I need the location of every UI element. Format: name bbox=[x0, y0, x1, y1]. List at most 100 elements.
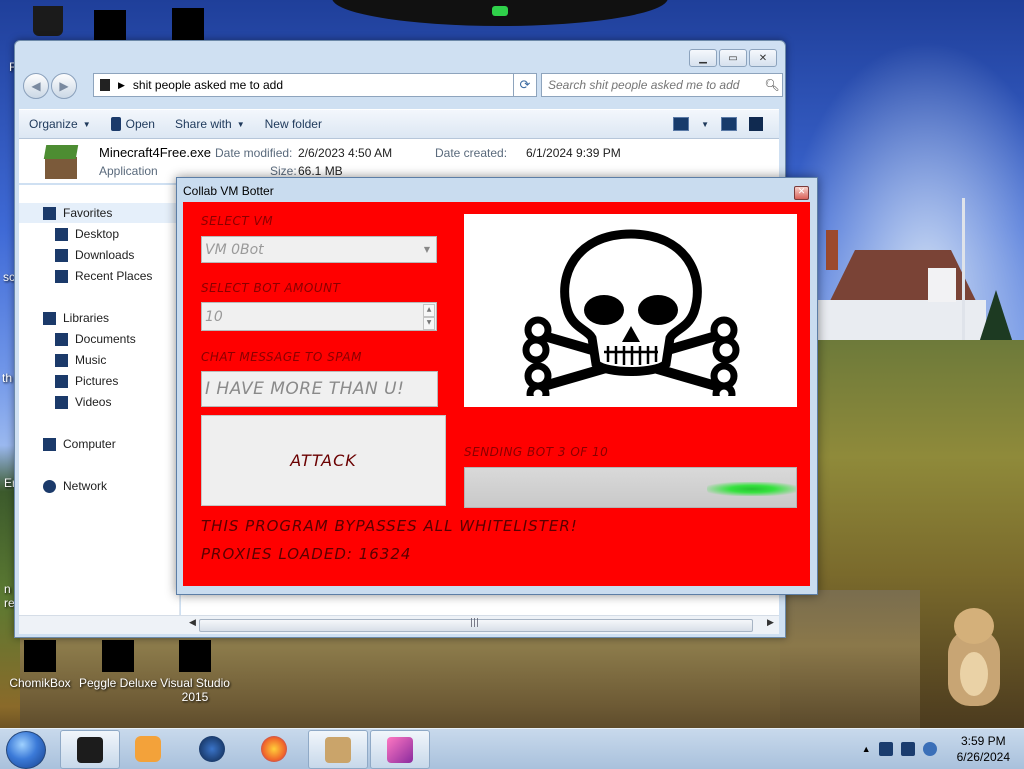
nav-label: Pictures bbox=[75, 374, 119, 388]
attack-label: ATTACK bbox=[290, 451, 357, 470]
globe-icon bbox=[199, 736, 225, 762]
nav-downloads[interactable]: Downloads bbox=[55, 245, 134, 265]
visual-studio-icon bbox=[179, 640, 211, 672]
network-tray-icon[interactable] bbox=[900, 742, 915, 756]
nav-favorites[interactable]: Favorites bbox=[19, 203, 179, 223]
maximize-button[interactable]: ▭ bbox=[719, 49, 747, 67]
bot-amount-value: 10 bbox=[205, 308, 223, 325]
media-player-icon bbox=[135, 736, 161, 762]
attack-button[interactable]: ATTACK bbox=[201, 415, 446, 506]
nav-documents[interactable]: Documents bbox=[55, 329, 136, 349]
breadcrumb-chevron-icon[interactable]: ▶ bbox=[118, 80, 125, 91]
taskbar-chomikbox[interactable] bbox=[308, 730, 368, 769]
nav-label: Videos bbox=[75, 395, 112, 409]
taskbar-explorer[interactable] bbox=[60, 730, 120, 769]
refresh-button[interactable]: ⟳ bbox=[513, 73, 537, 97]
nav-videos[interactable]: Videos bbox=[55, 392, 111, 412]
flag-pole bbox=[962, 198, 965, 348]
nav-music[interactable]: Music bbox=[55, 350, 106, 370]
search-icon[interactable]: 🔍︎ bbox=[762, 78, 782, 92]
minimize-button[interactable]: ▁ bbox=[689, 49, 717, 67]
taskbar-globe[interactable] bbox=[184, 731, 240, 767]
search-box[interactable]: 🔍︎ bbox=[541, 73, 783, 97]
trash-icon bbox=[33, 6, 63, 36]
chomikbox-icon bbox=[325, 736, 351, 763]
desktop-icon-peggle[interactable]: Peggle Deluxe bbox=[78, 640, 158, 690]
spin-up-icon[interactable]: ▲ bbox=[423, 304, 435, 317]
refresh-icon: ⟳ bbox=[519, 77, 531, 93]
recent-places-icon bbox=[55, 269, 68, 283]
close-button[interactable]: ✕ bbox=[794, 186, 809, 200]
network-icon bbox=[43, 479, 56, 493]
top-gadget[interactable] bbox=[332, 0, 668, 26]
folder-icon bbox=[94, 10, 126, 42]
open-button[interactable]: Open bbox=[101, 110, 165, 138]
vm-select[interactable]: VM 0Bot ▼ bbox=[201, 236, 437, 263]
desktop-icon-chomikbox[interactable]: ChomikBox bbox=[0, 640, 80, 690]
downloads-icon bbox=[55, 248, 68, 262]
nav-label: Documents bbox=[75, 332, 136, 346]
minimize-icon: ▁ bbox=[699, 52, 707, 64]
date-created-value: 6/1/2024 9:39 PM bbox=[526, 146, 621, 160]
forward-button[interactable]: ▶ bbox=[51, 73, 77, 99]
breadcrumb-current[interactable]: shit people asked me to add bbox=[133, 78, 512, 92]
new-folder-button[interactable]: New folder bbox=[255, 110, 332, 138]
organize-button[interactable]: Organize ▼ bbox=[19, 110, 101, 138]
nav-desktop[interactable]: Desktop bbox=[55, 224, 119, 244]
taskbar-botter[interactable] bbox=[370, 730, 430, 769]
clock[interactable]: 3:59 PM 6/26/2024 bbox=[957, 733, 1010, 765]
progress-label: SENDING BOT 3 OF 10 bbox=[464, 445, 609, 459]
back-button[interactable]: ◀ bbox=[23, 73, 49, 99]
edge-label: th bbox=[2, 371, 13, 385]
nav-label: Recent Places bbox=[75, 269, 153, 283]
taskbar-firefox[interactable] bbox=[246, 731, 302, 767]
nav-pictures[interactable]: Pictures bbox=[55, 371, 118, 391]
close-button[interactable]: ✕ bbox=[749, 49, 777, 67]
share-with-button[interactable]: Share with ▼ bbox=[165, 110, 255, 138]
date-modified-label: Date modified: bbox=[215, 146, 293, 160]
horizontal-scrollbar[interactable]: ◀ ||| ▶ bbox=[19, 615, 779, 634]
botter-app-icon bbox=[387, 736, 413, 763]
desktop-icon-visual-studio[interactable]: Visual Studio 2015 bbox=[155, 640, 235, 704]
share-with-label: Share with bbox=[174, 117, 232, 131]
start-button[interactable] bbox=[6, 731, 46, 769]
explorer-icon bbox=[77, 736, 103, 763]
scrollbar-thumb[interactable]: ||| bbox=[199, 618, 753, 632]
organize-label: Organize bbox=[29, 117, 78, 131]
view-options-chevron-icon[interactable]: ▼ bbox=[701, 120, 709, 129]
pictures-icon bbox=[55, 374, 68, 388]
taskbar-media-player[interactable] bbox=[120, 731, 176, 767]
nav-recent-places[interactable]: Recent Places bbox=[55, 266, 152, 286]
change-view-icon[interactable] bbox=[673, 117, 690, 131]
chat-message-field[interactable]: I HAVE MORE THAN U! bbox=[201, 371, 438, 407]
scroll-left-icon[interactable]: ◀ bbox=[189, 618, 196, 628]
help-icon[interactable] bbox=[749, 117, 763, 131]
bot-progress-bar bbox=[464, 467, 797, 508]
scroll-right-icon[interactable]: ▶ bbox=[767, 618, 774, 628]
back-arrow-icon: ◀ bbox=[31, 79, 41, 93]
nav-label: Downloads bbox=[75, 248, 135, 262]
address-bar[interactable]: ▶ shit people asked me to add ▼ bbox=[93, 73, 529, 97]
spin-down-icon[interactable]: ▼ bbox=[423, 317, 435, 330]
search-input[interactable] bbox=[542, 75, 762, 95]
file-type: Application bbox=[99, 164, 158, 178]
lighthouse-keeper-house bbox=[818, 230, 986, 350]
nav-libraries[interactable]: Libraries bbox=[43, 308, 109, 328]
nav-label: Computer bbox=[63, 437, 116, 451]
chat-message-label: CHAT MESSAGE TO SPAM bbox=[201, 350, 362, 364]
hamster-gadget[interactable] bbox=[944, 608, 1004, 708]
bypass-notice: THIS PROGRAM BYPASSES ALL WHITELISTER! bbox=[201, 517, 578, 535]
desktop-icon-app[interactable] bbox=[148, 8, 228, 44]
chevron-down-icon: ▼ bbox=[82, 119, 91, 129]
open-label: Open bbox=[125, 117, 155, 131]
action-center-icon[interactable] bbox=[878, 742, 893, 756]
nav-network[interactable]: Network bbox=[43, 476, 107, 496]
chat-message-value: I HAVE MORE THAN U! bbox=[205, 379, 405, 399]
show-hidden-icons-chevron-icon[interactable]: ▲ bbox=[862, 744, 871, 754]
volume-icon[interactable] bbox=[922, 742, 937, 756]
bot-amount-stepper[interactable]: 10 ▲ ▼ bbox=[201, 302, 437, 331]
progress-glow bbox=[707, 482, 796, 496]
preview-pane-icon[interactable] bbox=[721, 117, 737, 131]
nav-label: Desktop bbox=[75, 227, 120, 241]
nav-computer[interactable]: Computer bbox=[43, 434, 116, 454]
